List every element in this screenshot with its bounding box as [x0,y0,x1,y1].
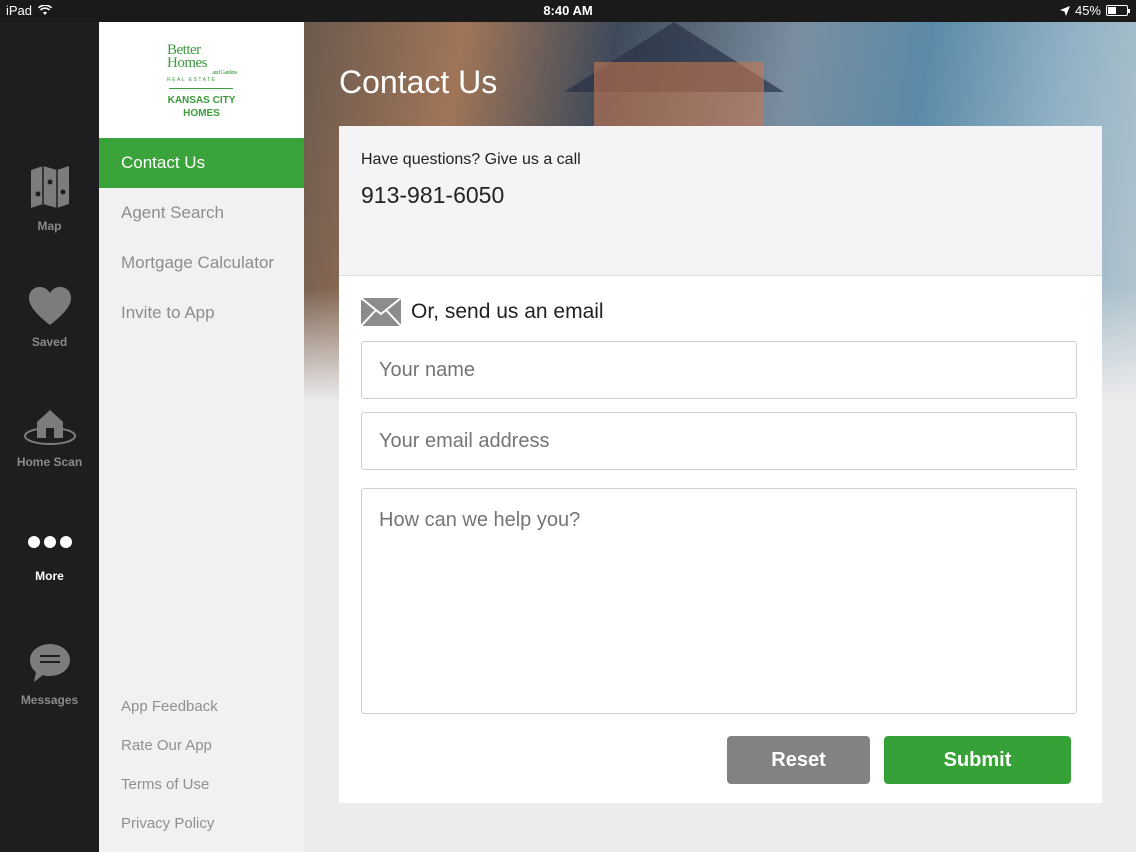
name-input[interactable] [361,341,1077,399]
logo-sub-2: HOMES [183,108,220,119]
tab-messages[interactable]: Messages [0,642,99,707]
reset-button[interactable]: Reset [727,736,870,784]
tab-saved[interactable]: Saved [0,286,99,349]
logo-subtitle: KANSAS CITY HOMES [99,94,304,120]
message-textarea[interactable] [361,488,1077,714]
battery-percent: 45% [1074,3,1101,18]
email-input[interactable] [361,412,1077,470]
logo-sub-1: KANSAS CITY [167,95,236,106]
heart-icon [28,287,71,325]
call-prompt: Have questions? Give us a call [361,151,581,168]
tab-home-scan-label: Home Scan [16,455,83,469]
tab-home-scan[interactable]: Home Scan [0,402,99,469]
link-rate-our-app[interactable]: Rate Our App [121,737,212,754]
map-icon [30,166,69,208]
logo-divider [169,88,233,89]
chat-bubble-icon [29,644,70,682]
more-dots-icon [27,536,72,548]
logo-wordmark: Better Homes and Gardens REAL ESTATE [167,43,238,84]
tab-saved-label: Saved [31,335,68,349]
battery-icon [1106,5,1130,16]
status-bar: iPad 8:40 AM 45% [0,0,1136,22]
tab-map-label: Map [37,219,62,233]
link-terms-of-use[interactable]: Terms of Use [121,776,209,793]
submit-button[interactable]: Submit [884,736,1071,784]
envelope-icon [361,298,401,326]
email-prompt: Or, send us an email [411,300,604,323]
tab-messages-label: Messages [20,693,79,707]
tab-map[interactable]: Map [0,164,99,233]
email-section-heading: Or, send us an email [361,298,604,326]
link-app-feedback[interactable]: App Feedback [121,698,218,715]
home-scan-icon [23,410,76,445]
menu-item-contact-us[interactable]: Contact Us [99,138,304,188]
phone-number-link[interactable]: 913-981-6050 [361,182,504,209]
location-arrow-icon [1059,5,1070,16]
menu-item-mortgage-calculator[interactable]: Mortgage Calculator [99,238,304,288]
contact-card: Have questions? Give us a call 913-981-6… [339,126,1102,803]
side-menu: Better Homes and Gardens REAL ESTATE KAN… [99,22,304,852]
tab-more[interactable]: More [0,534,99,583]
brand-logo: Better Homes and Gardens REAL ESTATE KAN… [99,22,304,138]
tab-more-label: More [35,569,64,583]
call-section: Have questions? Give us a call 913-981-6… [339,126,1102,276]
link-privacy-policy[interactable]: Privacy Policy [121,815,214,832]
logo-line-2: Homes [167,55,208,71]
tab-bar: Map Saved Home Scan More Messages [0,22,99,852]
main-content: Contact Us Have questions? Give us a cal… [304,22,1136,852]
clock: 8:40 AM [543,3,593,18]
menu-item-invite-to-app[interactable]: Invite to App [99,288,304,338]
page-title: Contact Us [339,64,498,100]
menu-item-agent-search[interactable]: Agent Search [99,188,304,238]
logo-line-4: REAL ESTATE [167,77,217,83]
